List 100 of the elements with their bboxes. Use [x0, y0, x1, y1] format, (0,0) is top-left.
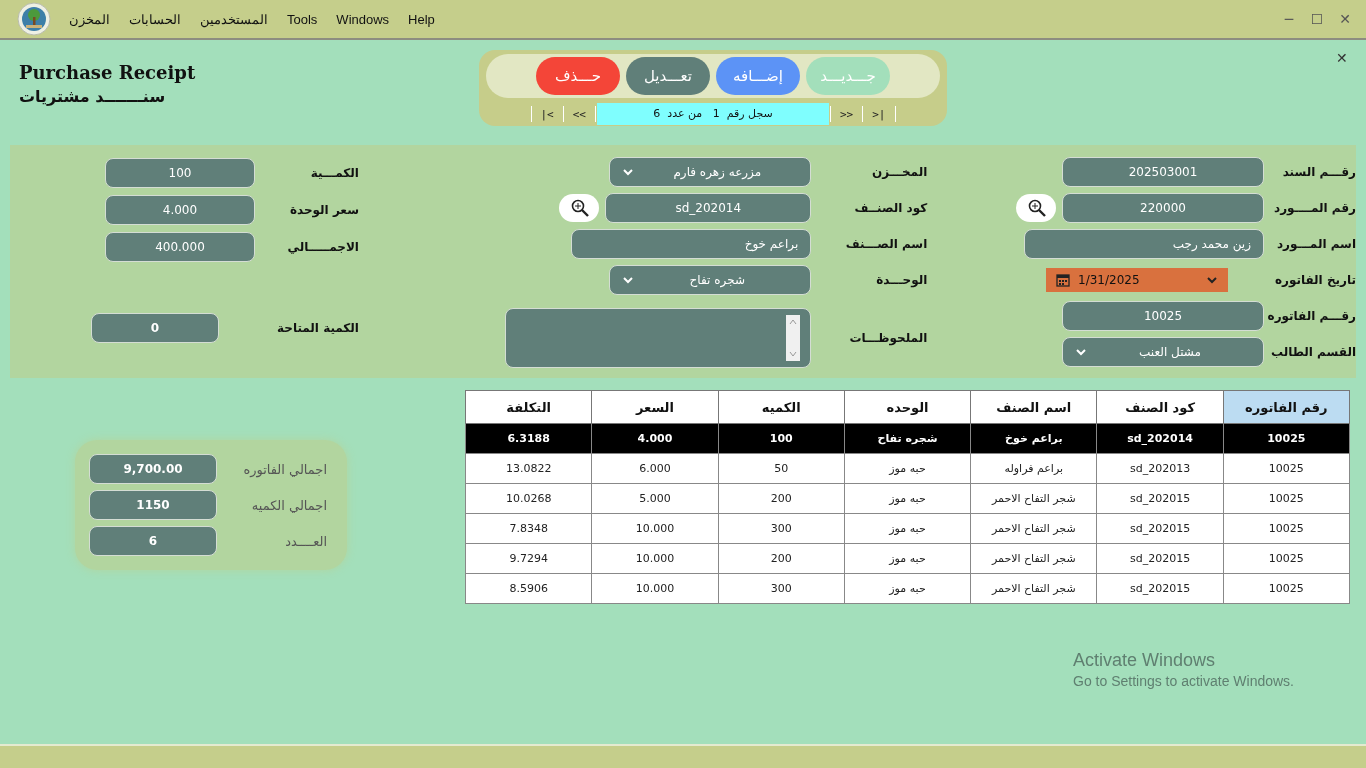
input-field[interactable]: براعم خوخ [571, 229, 812, 259]
table-cell: 5.000 [591, 483, 719, 514]
date-picker[interactable]: 1/31/2025 [1046, 268, 1228, 292]
scroll-up-icon [789, 318, 798, 326]
dropdown-icon [622, 167, 635, 177]
table-cell: sd_202015 [1096, 513, 1224, 544]
field-label: المخـــزن [870, 165, 928, 179]
field-label: سعر الوحدة [288, 202, 359, 217]
minimize-button[interactable]: ─ [1278, 11, 1300, 27]
table-cell: حبه موز [844, 453, 971, 484]
record-indicator: سجل رقم 1 من عدد 6 [597, 103, 829, 125]
search-button[interactable] [559, 194, 600, 222]
table-cell: 9.7294 [465, 543, 592, 574]
dropdown[interactable]: مزرعه زهره فارم [609, 157, 812, 187]
delete-button[interactable]: حـــذف [536, 57, 620, 95]
column-header[interactable]: الوحده [844, 390, 971, 424]
total-field: 6 [89, 526, 217, 556]
close-button[interactable]: ✕ [1328, 50, 1356, 66]
menu-item[interactable]: المستخدمين [200, 11, 268, 27]
table-cell: شجر التفاح الاحمر [970, 573, 1097, 604]
table-cell: sd_202015 [1096, 573, 1224, 604]
input-field[interactable]: sd_202014 [605, 193, 812, 223]
table-cell: براعم خوخ [970, 423, 1097, 454]
last-record-button[interactable]: >| [532, 107, 562, 121]
field-label: رقـــم الفاتوره [1266, 309, 1356, 323]
table-cell: شجر التفاح الاحمر [970, 513, 1097, 544]
table-cell: 4.000 [591, 423, 719, 454]
table-cell: 8.5906 [465, 573, 592, 604]
close-button[interactable]: ✕ [1334, 11, 1356, 27]
form-title: سنـــــــد مشتريات [19, 87, 167, 106]
field-label: اسم الصـــنف [844, 237, 928, 251]
input-field[interactable]: 202503001 [1062, 157, 1264, 187]
column-header[interactable]: الكميه [718, 390, 845, 424]
dropdown-icon [622, 275, 635, 285]
table-cell: 10025 [1223, 483, 1350, 514]
total-field: 1150 [89, 490, 217, 520]
menu-item[interactable]: الحسابات [129, 11, 181, 27]
menu-item[interactable]: Help [408, 11, 435, 27]
column-header[interactable]: اسم الصنف [970, 390, 1097, 424]
table-cell: 13.0822 [465, 453, 592, 484]
column-header[interactable]: التكلفة [465, 390, 592, 424]
search-icon [569, 198, 590, 218]
input-field[interactable]: 220000 [1062, 193, 1264, 223]
input-field[interactable]: 4.000 [104, 194, 255, 225]
menu-item[interactable]: Tools [287, 11, 318, 27]
field-label: تاريخ الفاتوره [1273, 273, 1356, 287]
dropdown[interactable]: شجره تفاح [609, 265, 812, 295]
notes-field[interactable] [505, 308, 812, 368]
activation-title: Activate Windows [1073, 650, 1217, 671]
table-cell: 10025 [1223, 453, 1350, 484]
table-cell: شجره تفاح [844, 423, 971, 454]
field-label: القسم الطالب [1269, 345, 1356, 359]
menu-item[interactable]: المخزن [69, 11, 110, 27]
table-cell: 10025 [1223, 513, 1350, 544]
total-label: اجمالي الكميه [250, 497, 327, 513]
field-label: الملحوظـــات [848, 331, 928, 345]
table-cell: 200 [718, 543, 845, 574]
calendar-icon [1056, 273, 1070, 287]
table-cell: sd_202015 [1096, 483, 1224, 514]
field-label: اسم المـــورد [1275, 237, 1356, 251]
field-label: الكمـــية [309, 165, 359, 180]
input-field[interactable]: 100 [104, 157, 255, 188]
table-cell: 10025 [1223, 423, 1350, 454]
input-field[interactable]: 400.000 [104, 231, 255, 262]
menu-item[interactable]: Windows [336, 11, 390, 27]
table-cell: 300 [718, 573, 845, 604]
input-field[interactable]: 0 [90, 312, 219, 343]
field-label: الوحـــدة [875, 273, 928, 287]
dropdown-icon [1206, 275, 1218, 285]
column-header[interactable]: كود الصنف [1096, 390, 1224, 424]
table-cell: 10025 [1223, 573, 1350, 604]
table-cell: 10025 [1223, 543, 1350, 574]
emblem-icon[interactable] [17, 2, 51, 36]
table-cell: 50 [718, 453, 845, 484]
dropdown[interactable]: مشتل العنب [1062, 337, 1264, 367]
dropdown-icon [1075, 347, 1087, 357]
next-record-button[interactable]: >> [564, 107, 594, 121]
dropdown-value: شجره تفاح [688, 273, 746, 287]
scrollbar[interactable] [786, 315, 801, 361]
first-record-button[interactable]: |< [864, 107, 894, 121]
input-field[interactable]: زين محمد رجب [1024, 229, 1264, 259]
table-cell: حبه موز [844, 543, 971, 574]
search-button[interactable] [1016, 194, 1056, 222]
dropdown-value: مزرعه زهره فارم [672, 165, 763, 179]
column-header[interactable]: السعر [591, 390, 719, 424]
table-cell: 6.3188 [465, 423, 592, 454]
input-field[interactable]: 10025 [1062, 301, 1264, 331]
table-cell: 10.000 [591, 543, 719, 574]
table-cell: شجر التفاح الاحمر [970, 543, 1097, 574]
field-label: رقـــم السند [1281, 165, 1356, 179]
date-value: 1/31/2025 [1078, 273, 1141, 287]
column-header[interactable]: رقم الفاتوره [1223, 390, 1350, 424]
table-cell: براعم فراوله [970, 453, 1097, 484]
maximize-button[interactable]: ☐ [1306, 11, 1328, 27]
table-cell: 100 [718, 423, 845, 454]
previous-record-button[interactable]: << [832, 107, 862, 121]
table-cell: sd_202015 [1096, 543, 1224, 574]
edit-button[interactable]: تعـــديل [626, 57, 710, 95]
total-field: 9,700.00 [89, 454, 217, 484]
field-label: رقم المــــورد [1273, 201, 1356, 215]
